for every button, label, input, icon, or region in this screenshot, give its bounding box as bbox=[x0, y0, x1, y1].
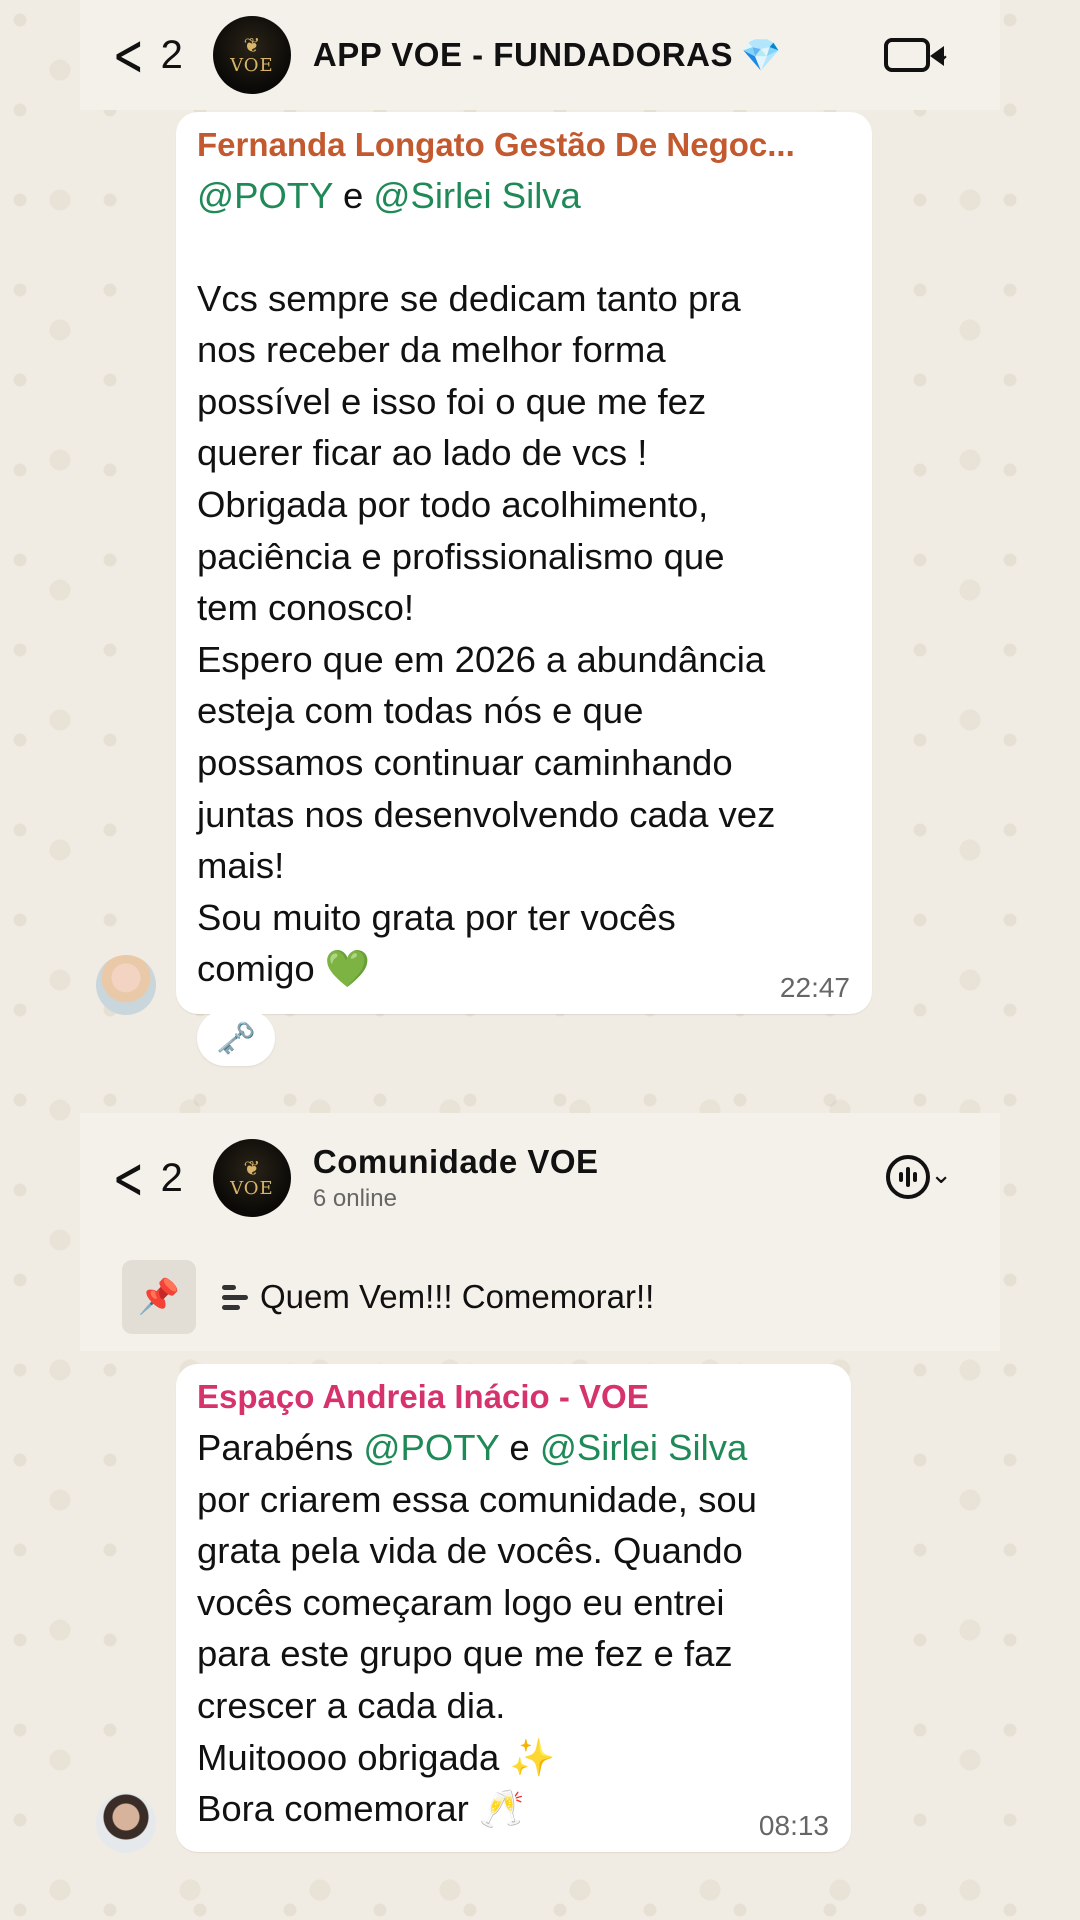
video-call-icon[interactable] bbox=[884, 38, 944, 72]
diamond-emoji: 💎 bbox=[740, 37, 781, 73]
message-reaction[interactable]: 🗝️ bbox=[197, 1010, 275, 1066]
connector-text: e bbox=[509, 1427, 530, 1468]
voice-chat-icon[interactable] bbox=[886, 1155, 930, 1199]
logo-text: VOE bbox=[230, 54, 274, 76]
mention-link[interactable]: @POTY bbox=[363, 1427, 499, 1468]
message-text: Vcs sempre se dedicam tanto pra nos rece… bbox=[197, 277, 776, 990]
chevron-down-icon[interactable]: ⌄ bbox=[930, 38, 952, 69]
message-mentions: Parabéns @POTY e @Sirlei Silva bbox=[197, 1422, 829, 1474]
unread-count: 2 bbox=[160, 32, 183, 77]
chevron-down-icon[interactable]: ⌄ bbox=[930, 1159, 952, 1190]
online-status: 6 online bbox=[312, 1185, 397, 1212]
mention-link[interactable]: @Sirlei Silva bbox=[540, 1427, 747, 1468]
message-bubble[interactable]: Espaço Andreia Inácio - VOE Parabéns @PO… bbox=[176, 1364, 851, 1852]
wing-logo-icon: ❦ bbox=[243, 32, 261, 57]
pinned-message-bar[interactable]: 📌 Quem Vem!!! Comemorar!! bbox=[80, 1243, 1000, 1351]
mention-link[interactable]: @Sirlei Silva bbox=[373, 175, 580, 216]
connector-text: e bbox=[342, 175, 364, 216]
chat-title: Comunidade VOE bbox=[312, 1143, 599, 1180]
sender-avatar[interactable] bbox=[96, 955, 156, 1015]
chat-header: < 2 ❦ VOE APP VOE - FUNDADORAS 💎 ⌄ bbox=[80, 0, 1000, 110]
chevron-left-icon: < bbox=[112, 1144, 145, 1212]
logo-text: VOE bbox=[230, 1177, 274, 1199]
sender-avatar[interactable] bbox=[96, 1793, 156, 1853]
message-bubble[interactable]: Fernanda Longato Gestão De Negoc... @POT… bbox=[176, 112, 872, 1014]
back-button[interactable]: < 2 bbox=[104, 26, 183, 84]
wing-logo-icon: ❦ bbox=[243, 1155, 261, 1180]
message-sender[interactable]: Espaço Andreia Inácio - VOE bbox=[197, 1378, 829, 1416]
chat-title-area[interactable]: APP VOE - FUNDADORAS 💎 bbox=[313, 36, 781, 74]
message-mentions: @POTY e @Sirlei Silva bbox=[197, 170, 850, 222]
message-text: por criarem essa comunidade, sou grata p… bbox=[197, 1478, 757, 1830]
message-sender[interactable]: Fernanda Longato Gestão De Negoc... bbox=[197, 126, 850, 164]
chat-header: < 2 ❦ VOE Comunidade VOE 6 online ⌄ bbox=[80, 1113, 1000, 1243]
back-button[interactable]: < 2 bbox=[104, 1149, 183, 1207]
poll-lines-icon bbox=[222, 1284, 248, 1310]
prefix-text: Parabéns bbox=[197, 1427, 354, 1468]
pinned-text: Quem Vem!!! Comemorar!! bbox=[260, 1278, 655, 1315]
mention-link[interactable]: @POTY bbox=[197, 175, 333, 216]
message-time: 08:13 bbox=[758, 1810, 829, 1841]
unread-count: 2 bbox=[160, 1155, 183, 1200]
chevron-left-icon: < bbox=[112, 21, 145, 89]
message-time: 22:47 bbox=[779, 972, 850, 1003]
group-avatar[interactable]: ❦ VOE bbox=[212, 16, 291, 94]
pin-icon[interactable]: 📌 bbox=[122, 1260, 196, 1334]
chat-title: APP VOE - FUNDADORAS bbox=[312, 36, 733, 73]
group-avatar[interactable]: ❦ VOE bbox=[212, 1139, 291, 1217]
chat-title-area[interactable]: Comunidade VOE 6 online bbox=[313, 1143, 599, 1213]
